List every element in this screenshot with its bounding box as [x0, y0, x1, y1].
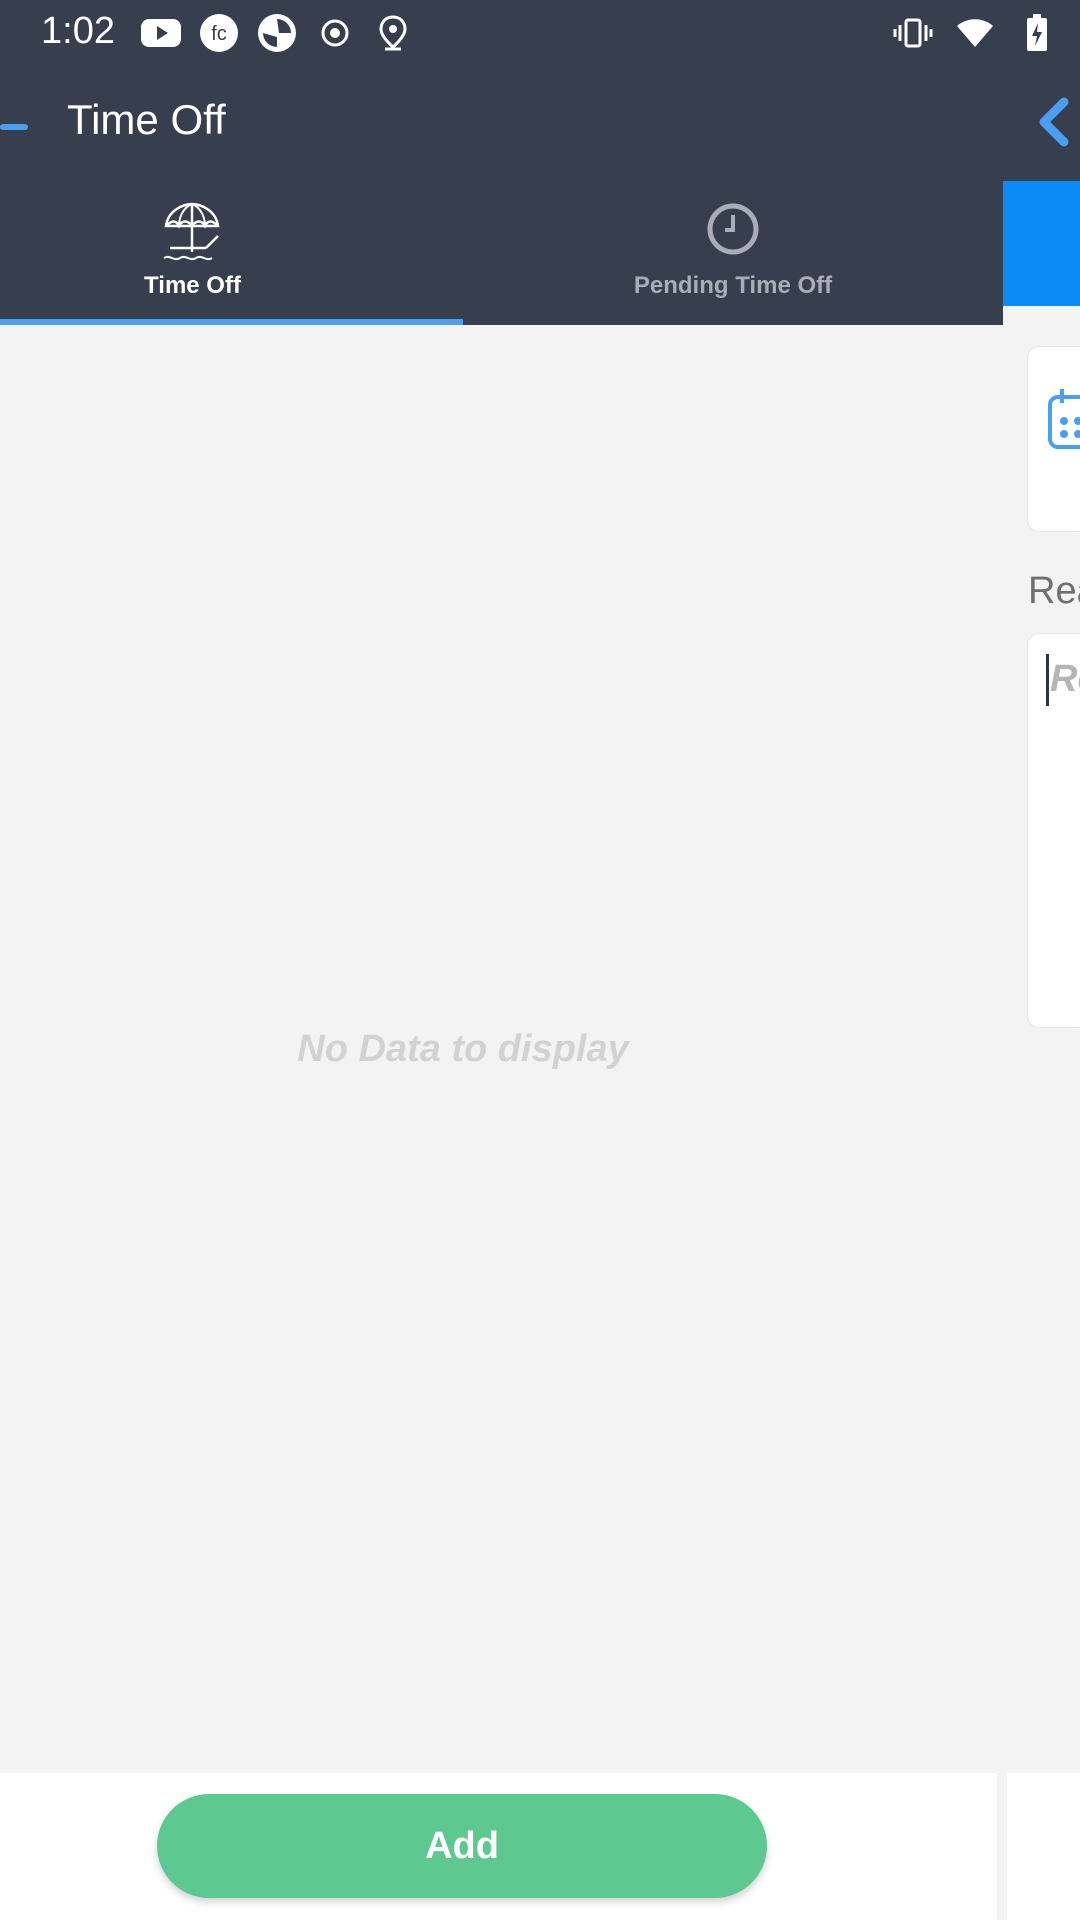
fc-app-icon: fc	[198, 12, 240, 54]
date-picker-card[interactable]	[1027, 346, 1080, 532]
tab-time-off-label: Time Off	[144, 272, 241, 299]
wifi-icon	[954, 12, 996, 54]
empty-state-message: No Data to display	[297, 1028, 629, 1070]
add-button[interactable]: Add	[157, 1794, 767, 1898]
status-bar: 1:02 fc	[0, 0, 1080, 64]
tab-bar: Time Off Pending Time Off	[0, 182, 1003, 325]
tab-indicator	[0, 319, 463, 325]
youtube-icon	[140, 12, 182, 54]
back-icon[interactable]	[1030, 92, 1080, 152]
vibrate-icon	[892, 12, 934, 54]
reason-label: Rea	[1028, 570, 1080, 612]
tab-pending-time-off[interactable]: Pending Time Off	[463, 182, 1003, 325]
calendar-icon	[1048, 387, 1080, 456]
svg-text:fc: fc	[211, 23, 227, 45]
menu-icon[interactable]	[0, 119, 30, 130]
side-panel-header	[1003, 181, 1080, 306]
side-panel-bottom-bar	[1007, 1773, 1080, 1920]
reason-placeholder: Re	[1050, 658, 1080, 700]
aperture-icon	[256, 12, 298, 54]
battery-charging-icon	[1016, 12, 1058, 54]
reason-input[interactable]: Re	[1027, 633, 1080, 1028]
record-icon	[314, 12, 356, 54]
app-bar: Time Off	[0, 64, 1080, 182]
tab-time-off[interactable]: Time Off	[0, 182, 463, 325]
page-title: Time Off	[67, 96, 226, 143]
text-caret	[1046, 654, 1049, 706]
clock-icon	[706, 202, 760, 261]
location-icon	[372, 12, 414, 54]
beach-umbrella-icon	[162, 202, 222, 267]
tab-pending-label: Pending Time Off	[633, 272, 833, 299]
status-time: 1:02	[41, 10, 115, 52]
